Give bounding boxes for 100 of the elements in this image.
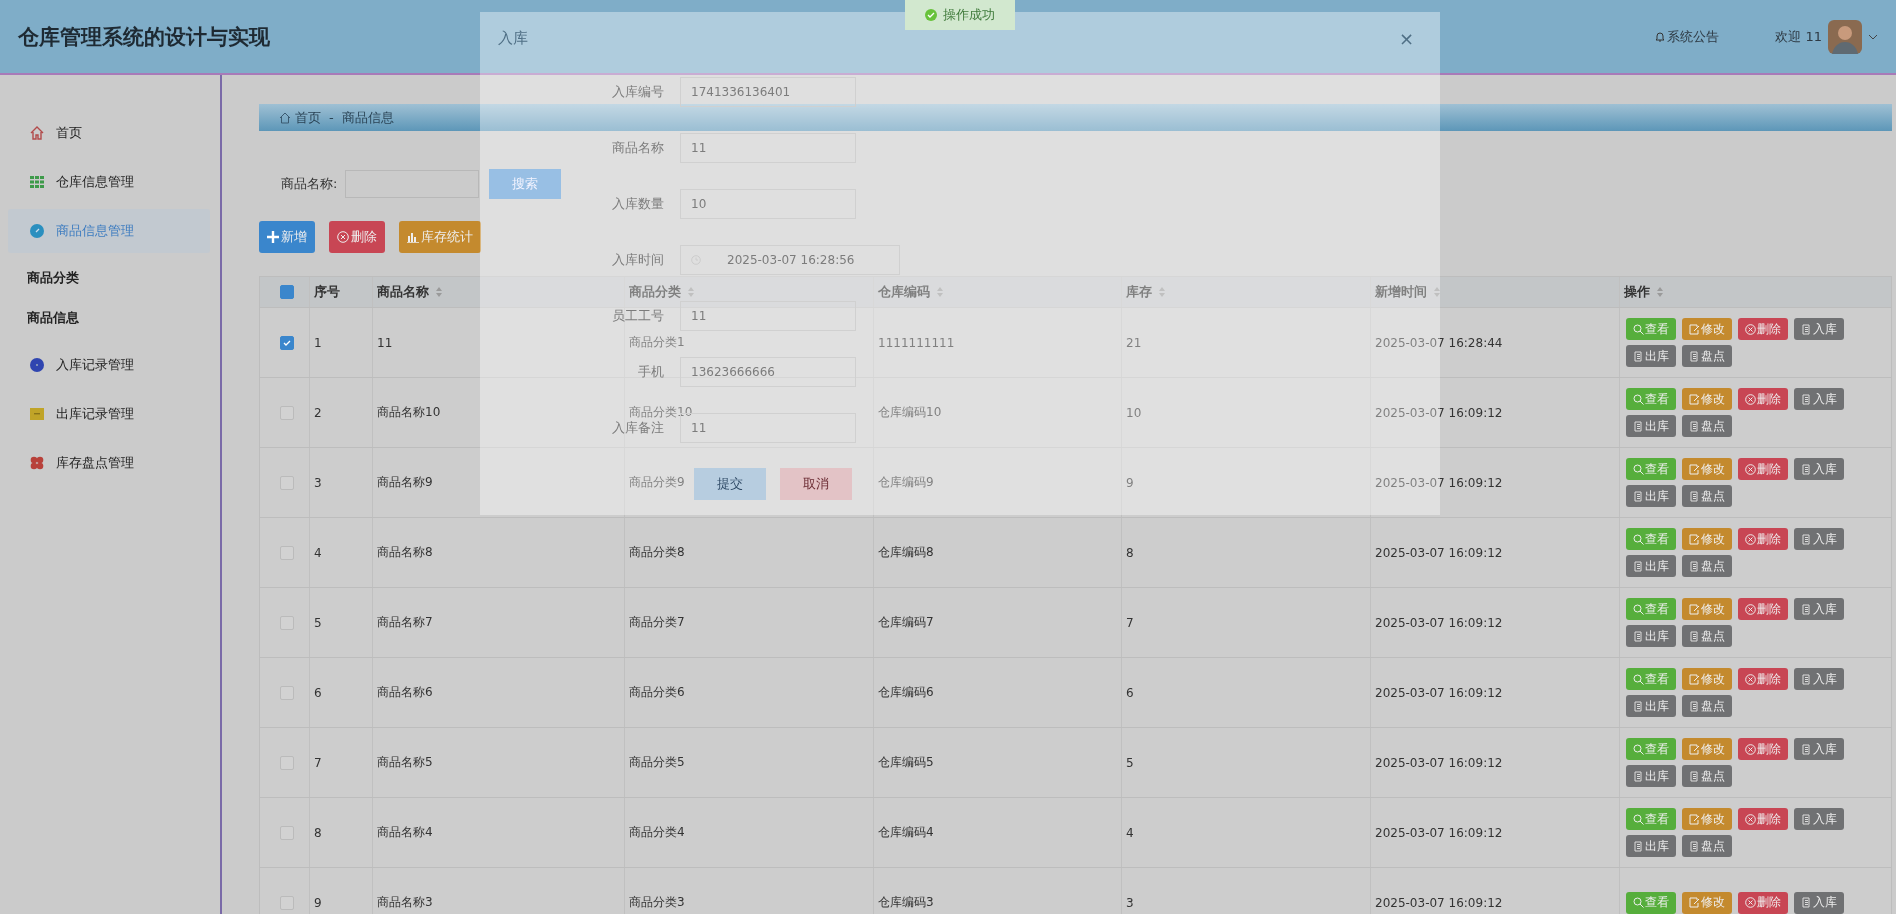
action-button[interactable]: 出库	[1626, 415, 1676, 437]
input-field[interactable]: 1741336136401	[680, 77, 856, 107]
sort-icon[interactable]	[936, 286, 944, 298]
action-button[interactable]: 入库	[1794, 598, 1844, 620]
cancel-button[interactable]: 取消	[780, 468, 852, 500]
action-button[interactable]: 出库	[1626, 835, 1676, 857]
action-button[interactable]: 修改	[1682, 458, 1732, 480]
action-button[interactable]: 出库	[1626, 485, 1676, 507]
sidebar-item[interactable]: 商品信息管理	[8, 209, 210, 253]
action-button[interactable]: 删除	[1738, 528, 1788, 550]
action-button[interactable]: 删除	[1738, 388, 1788, 410]
add-button[interactable]: 新增	[259, 221, 315, 253]
edit-icon	[1689, 393, 1700, 405]
sort-icon[interactable]	[435, 286, 443, 298]
action-button[interactable]: 盘点	[1682, 625, 1732, 647]
document-icon	[1689, 770, 1700, 782]
action-button[interactable]: 入库	[1794, 318, 1844, 340]
datetime-field[interactable]: 2025-03-07 16:28:56	[680, 245, 900, 275]
action-button[interactable]: 修改	[1682, 318, 1732, 340]
document-icon	[1801, 897, 1812, 908]
input-field[interactable]: 11	[680, 301, 856, 331]
home-icon	[30, 126, 44, 140]
input-field[interactable]: 10	[680, 189, 856, 219]
avatar[interactable]	[1828, 19, 1862, 54]
sidebar-item[interactable]: 首页	[8, 111, 210, 155]
action-button[interactable]: 查看	[1626, 388, 1676, 410]
column-header: 序号	[314, 283, 340, 301]
action-button[interactable]: 查看	[1626, 598, 1676, 620]
action-button[interactable]: 查看	[1626, 808, 1676, 830]
action-button[interactable]: 出库	[1626, 345, 1676, 367]
document-icon	[1689, 630, 1700, 642]
action-button[interactable]: 盘点	[1682, 415, 1732, 437]
stats-button[interactable]: 库存统计	[399, 221, 481, 253]
action-button[interactable]: 修改	[1682, 528, 1732, 550]
action-button[interactable]: 删除	[1738, 808, 1788, 830]
action-button[interactable]: 入库	[1794, 458, 1844, 480]
action-button[interactable]: 查看	[1626, 528, 1676, 550]
submit-button[interactable]: 提交	[694, 468, 766, 500]
breadcrumb-link[interactable]: 首页	[295, 108, 321, 127]
sidebar-item[interactable]: 入库记录管理	[8, 343, 210, 387]
action-button[interactable]: 删除	[1738, 598, 1788, 620]
action-button[interactable]: 查看	[1626, 668, 1676, 690]
close-button[interactable]: ×	[1392, 26, 1420, 50]
sidebar-item[interactable]: 出库记录管理	[8, 392, 210, 436]
action-button[interactable]: 删除	[1738, 738, 1788, 760]
table-cell: 5	[314, 615, 322, 630]
action-button[interactable]: 盘点	[1682, 835, 1732, 857]
action-button[interactable]: 修改	[1682, 891, 1732, 914]
action-button[interactable]: 删除	[1738, 668, 1788, 690]
action-button[interactable]: 查看	[1626, 891, 1676, 914]
field-label: 手机	[637, 363, 664, 381]
action-button[interactable]: 修改	[1682, 598, 1732, 620]
action-button[interactable]: 查看	[1626, 318, 1676, 340]
sort-icon[interactable]	[1433, 286, 1441, 298]
action-button[interactable]: 盘点	[1682, 695, 1732, 717]
close-circle-icon	[1745, 673, 1756, 685]
action-button[interactable]: 盘点	[1682, 555, 1732, 577]
action-button[interactable]: 删除	[1738, 318, 1788, 340]
sidebar-item[interactable]: 仓库信息管理	[8, 160, 210, 204]
action-button[interactable]: 入库	[1794, 808, 1844, 830]
action-button[interactable]: 入库	[1794, 738, 1844, 760]
action-button[interactable]: 删除	[1738, 891, 1788, 914]
action-button[interactable]: 盘点	[1682, 485, 1732, 507]
action-button[interactable]: 出库	[1626, 555, 1676, 577]
sort-icon[interactable]	[1656, 286, 1664, 298]
row-checkbox[interactable]	[279, 335, 294, 350]
sidebar-item[interactable]: 库存盘点管理	[8, 441, 210, 485]
select-all-checkbox[interactable]	[279, 285, 294, 299]
action-button[interactable]: 入库	[1794, 891, 1844, 914]
action-button[interactable]: 修改	[1682, 668, 1732, 690]
field-label: 入库编号	[611, 83, 664, 101]
compass-icon	[30, 224, 44, 238]
input-field[interactable]: 11	[680, 133, 856, 163]
action-button[interactable]: 修改	[1682, 738, 1732, 760]
action-button[interactable]: 入库	[1794, 388, 1844, 410]
sidebar-subitem[interactable]: 商品信息	[8, 298, 220, 338]
action-button[interactable]: 入库	[1794, 528, 1844, 550]
action-button[interactable]: 修改	[1682, 808, 1732, 830]
caret-icon[interactable]	[1868, 33, 1878, 40]
bar-chart-icon	[407, 231, 419, 243]
action-button[interactable]: 出库	[1626, 695, 1676, 717]
action-button[interactable]: 出库	[1626, 625, 1676, 647]
action-button[interactable]: 出库	[1626, 765, 1676, 787]
sort-icon[interactable]	[1158, 286, 1166, 298]
action-button[interactable]: 修改	[1682, 388, 1732, 410]
table-cell: 仓库编码10	[878, 404, 942, 421]
action-button[interactable]: 删除	[1738, 458, 1788, 480]
table-cell: 8	[314, 825, 322, 840]
delete-button[interactable]: 删除	[329, 221, 385, 253]
sidebar-subitem[interactable]: 商品分类	[8, 258, 220, 298]
input-field[interactable]: 13623666666	[680, 357, 856, 387]
sort-icon[interactable]	[687, 286, 695, 298]
search-field[interactable]	[345, 170, 480, 198]
action-button[interactable]: 盘点	[1682, 765, 1732, 787]
action-button[interactable]: 查看	[1626, 458, 1676, 480]
notice-link[interactable]: 系统公告	[1655, 27, 1720, 46]
document-icon	[1689, 350, 1700, 362]
action-button[interactable]: 入库	[1794, 668, 1844, 690]
action-button[interactable]: 盘点	[1682, 345, 1732, 367]
action-button[interactable]: 查看	[1626, 738, 1676, 760]
